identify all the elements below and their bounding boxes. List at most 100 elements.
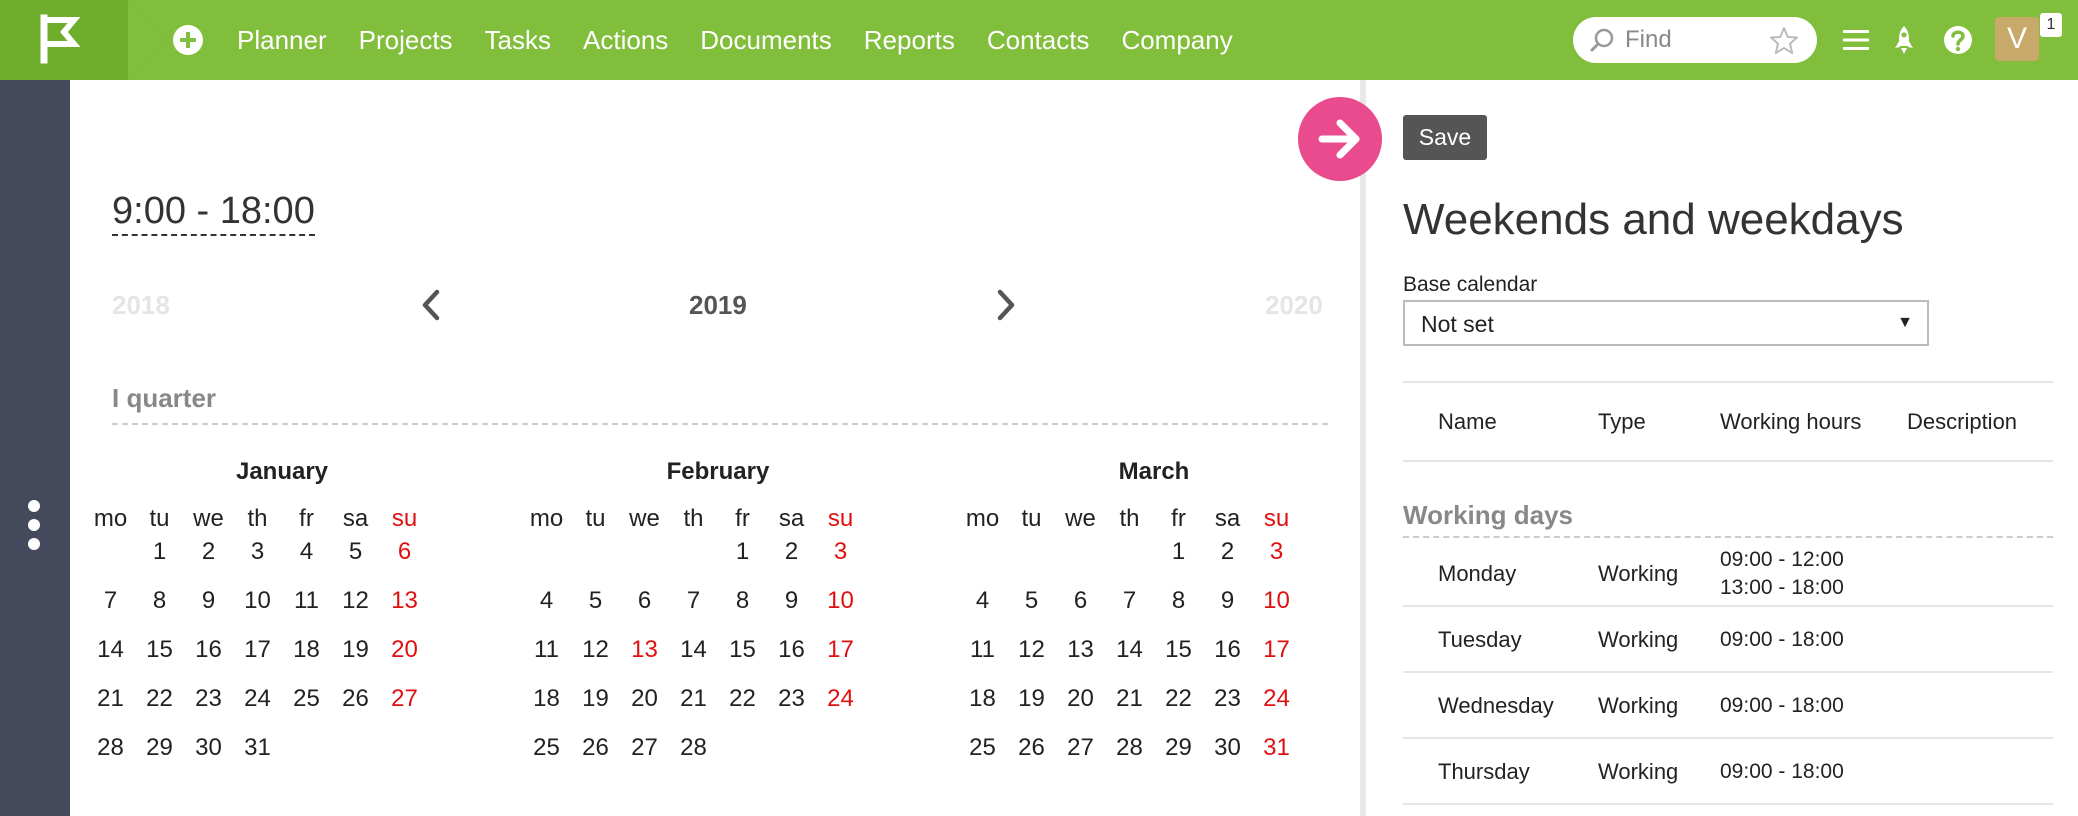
day-cell[interactable]: 2 bbox=[184, 539, 233, 588]
day-cell[interactable]: 4 bbox=[282, 539, 331, 588]
day-cell[interactable]: 6 bbox=[620, 588, 669, 637]
day-cell[interactable]: 13 bbox=[1056, 637, 1105, 686]
day-cell[interactable]: 25 bbox=[282, 686, 331, 735]
day-cell[interactable]: 24 bbox=[233, 686, 282, 735]
day-cell[interactable]: 11 bbox=[522, 637, 571, 686]
day-cell[interactable]: 10 bbox=[1252, 588, 1301, 637]
day-cell[interactable]: 17 bbox=[816, 637, 865, 686]
column-header-type[interactable]: Type bbox=[1598, 409, 1646, 435]
day-cell[interactable]: 23 bbox=[1203, 686, 1252, 735]
day-cell[interactable]: 2 bbox=[1203, 539, 1252, 588]
day-cell[interactable]: 10 bbox=[233, 588, 282, 637]
day-cell[interactable]: 12 bbox=[331, 588, 380, 637]
day-cell[interactable]: 19 bbox=[1007, 686, 1056, 735]
day-cell[interactable]: 22 bbox=[1154, 686, 1203, 735]
chevron-left-icon[interactable] bbox=[418, 288, 444, 322]
day-cell[interactable]: 7 bbox=[669, 588, 718, 637]
chevron-right-icon[interactable] bbox=[993, 288, 1019, 322]
star-icon[interactable] bbox=[1769, 26, 1799, 56]
day-cell[interactable]: 8 bbox=[135, 588, 184, 637]
day-cell[interactable]: 2 bbox=[767, 539, 816, 588]
day-cell[interactable]: 28 bbox=[86, 735, 135, 784]
day-cell[interactable]: 6 bbox=[380, 539, 429, 588]
nav-planner[interactable]: Planner bbox=[237, 25, 327, 56]
prev-year-label[interactable]: 2018 bbox=[112, 290, 170, 321]
day-cell[interactable]: 21 bbox=[86, 686, 135, 735]
rocket-icon[interactable] bbox=[1886, 22, 1922, 58]
day-cell[interactable]: 8 bbox=[718, 588, 767, 637]
day-cell[interactable]: 31 bbox=[233, 735, 282, 784]
day-cell[interactable]: 27 bbox=[380, 686, 429, 735]
avatar[interactable]: V bbox=[1995, 17, 2039, 61]
nav-tasks[interactable]: Tasks bbox=[485, 25, 551, 56]
day-cell[interactable]: 14 bbox=[86, 637, 135, 686]
day-cell[interactable]: 31 bbox=[1252, 735, 1301, 784]
nav-projects[interactable]: Projects bbox=[359, 25, 453, 56]
day-cell[interactable]: 9 bbox=[1203, 588, 1252, 637]
day-cell[interactable]: 5 bbox=[1007, 588, 1056, 637]
day-cell[interactable]: 22 bbox=[135, 686, 184, 735]
day-cell[interactable]: 16 bbox=[767, 637, 816, 686]
day-cell[interactable]: 18 bbox=[282, 637, 331, 686]
column-header-description[interactable]: Description bbox=[1907, 409, 2017, 435]
day-cell[interactable]: 28 bbox=[1105, 735, 1154, 784]
day-cell[interactable]: 27 bbox=[1056, 735, 1105, 784]
day-cell[interactable]: 1 bbox=[135, 539, 184, 588]
nav-actions[interactable]: Actions bbox=[583, 25, 668, 56]
day-cell[interactable]: 24 bbox=[1252, 686, 1301, 735]
day-cell[interactable]: 11 bbox=[282, 588, 331, 637]
working-hours-link[interactable]: 9:00 - 18:00 bbox=[112, 188, 315, 236]
day-cell[interactable]: 24 bbox=[816, 686, 865, 735]
table-row[interactable]: Wednesday Working 09:00 - 18:00 bbox=[1403, 673, 2053, 739]
day-cell[interactable]: 15 bbox=[718, 637, 767, 686]
notification-badge[interactable]: 1 bbox=[2040, 13, 2062, 37]
plus-circle-icon[interactable] bbox=[172, 24, 204, 56]
help-icon[interactable] bbox=[1940, 22, 1976, 58]
day-cell[interactable]: 21 bbox=[669, 686, 718, 735]
day-cell[interactable]: 18 bbox=[522, 686, 571, 735]
day-cell[interactable]: 9 bbox=[767, 588, 816, 637]
day-cell[interactable]: 4 bbox=[522, 588, 571, 637]
day-cell[interactable]: 21 bbox=[1105, 686, 1154, 735]
collapse-panel-button[interactable] bbox=[1298, 97, 1382, 181]
day-cell[interactable]: 19 bbox=[571, 686, 620, 735]
day-cell[interactable]: 25 bbox=[958, 735, 1007, 784]
day-cell[interactable]: 14 bbox=[669, 637, 718, 686]
day-cell[interactable]: 16 bbox=[1203, 637, 1252, 686]
day-cell[interactable]: 17 bbox=[233, 637, 282, 686]
day-cell[interactable]: 9 bbox=[184, 588, 233, 637]
table-row[interactable]: Thursday Working 09:00 - 18:00 bbox=[1403, 739, 2053, 805]
day-cell[interactable]: 25 bbox=[522, 735, 571, 784]
column-header-working-hours[interactable]: Working hours bbox=[1720, 409, 1861, 435]
panel-splitter[interactable] bbox=[1360, 80, 1366, 816]
day-cell[interactable]: 3 bbox=[816, 539, 865, 588]
day-cell[interactable]: 7 bbox=[1105, 588, 1154, 637]
nav-documents[interactable]: Documents bbox=[700, 25, 832, 56]
day-cell[interactable]: 23 bbox=[184, 686, 233, 735]
day-cell[interactable]: 10 bbox=[816, 588, 865, 637]
day-cell[interactable]: 12 bbox=[571, 637, 620, 686]
day-cell[interactable]: 5 bbox=[331, 539, 380, 588]
day-cell[interactable]: 30 bbox=[184, 735, 233, 784]
day-cell[interactable]: 19 bbox=[331, 637, 380, 686]
day-cell[interactable]: 20 bbox=[620, 686, 669, 735]
base-calendar-select[interactable]: Not set ▼ bbox=[1403, 300, 1929, 346]
flag-logo-icon[interactable] bbox=[0, 0, 168, 80]
day-cell[interactable]: 15 bbox=[135, 637, 184, 686]
day-cell[interactable]: 15 bbox=[1154, 637, 1203, 686]
day-cell[interactable]: 1 bbox=[718, 539, 767, 588]
table-row[interactable]: Monday Working 09:00 - 12:00 13:00 - 18:… bbox=[1403, 541, 2053, 607]
day-cell[interactable]: 26 bbox=[1007, 735, 1056, 784]
day-cell[interactable]: 30 bbox=[1203, 735, 1252, 784]
day-cell[interactable]: 23 bbox=[767, 686, 816, 735]
day-cell[interactable]: 16 bbox=[184, 637, 233, 686]
day-cell[interactable]: 7 bbox=[86, 588, 135, 637]
save-button[interactable]: Save bbox=[1403, 115, 1487, 160]
day-cell[interactable]: 29 bbox=[1154, 735, 1203, 784]
nav-reports[interactable]: Reports bbox=[864, 25, 955, 56]
search-input[interactable] bbox=[1625, 24, 1765, 56]
day-cell[interactable]: 14 bbox=[1105, 637, 1154, 686]
day-cell[interactable]: 3 bbox=[233, 539, 282, 588]
day-cell[interactable]: 13 bbox=[620, 637, 669, 686]
day-cell[interactable]: 27 bbox=[620, 735, 669, 784]
